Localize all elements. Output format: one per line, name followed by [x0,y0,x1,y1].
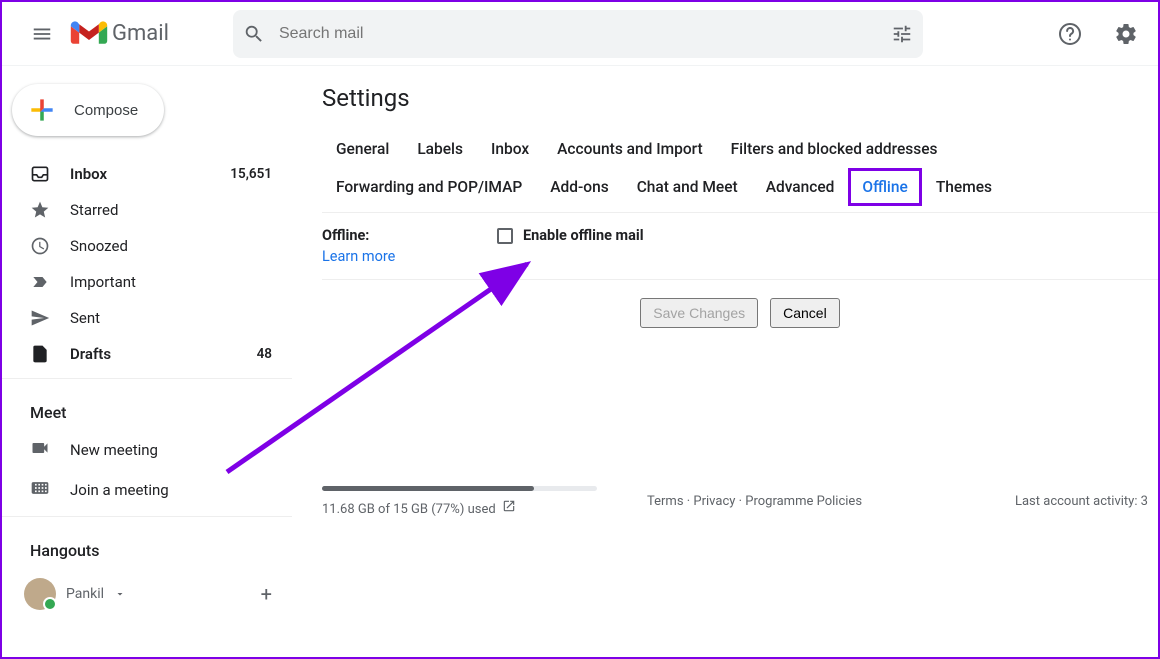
search-icon [243,23,265,45]
sidebar-item-label: Starred [70,201,118,219]
gear-icon [1114,22,1138,46]
chevron-down-icon[interactable] [114,588,126,600]
footer-link-privacy[interactable]: Privacy [693,494,735,509]
compose-plus-icon [26,94,58,126]
meet-section-title: Meet [2,385,292,430]
inbox-icon [30,164,50,184]
gmail-logo[interactable]: Gmail [70,20,169,48]
hamburger-icon [31,23,53,45]
page-title: Settings [322,84,1158,112]
star-icon [30,200,50,220]
important-icon [30,272,50,292]
open-external-icon[interactable] [502,499,516,513]
save-changes-button[interactable]: Save Changes [640,298,758,328]
offline-section-label: Offline: [322,227,369,244]
avatar[interactable] [24,578,56,610]
keyboard-icon [30,478,50,502]
tab-advanced[interactable]: Advanced [752,168,849,206]
new-hangout-button[interactable]: + [261,582,272,606]
enable-offline-label: Enable offline mail [523,227,644,244]
tune-icon[interactable] [891,23,913,45]
learn-more-link[interactable]: Learn more [322,248,497,265]
sidebar-item-sent[interactable]: Sent [2,300,292,336]
tab-add-ons[interactable]: Add-ons [536,168,622,206]
sidebar-item-label: Snoozed [70,237,128,255]
last-activity: Last account activity: 3 [1015,494,1148,509]
tab-inbox[interactable]: Inbox [477,130,543,168]
tab-forwarding-and-pop-imap[interactable]: Forwarding and POP/IMAP [322,168,536,206]
help-icon [1058,22,1082,46]
sidebar-item-drafts[interactable]: Drafts 48 [2,336,292,372]
sidebar-item-label: Sent [70,309,100,327]
hangouts-user-name: Pankil [66,586,104,602]
hangouts-section-title: Hangouts [2,523,292,568]
sidebar-item-important[interactable]: Important [2,264,292,300]
footer-links: Terms · Privacy · Programme Policies [647,494,862,509]
storage-text: 11.68 GB of 15 GB (77%) used [322,502,496,517]
tab-offline[interactable]: Offline [848,168,921,206]
sidebar-item-starred[interactable]: Starred [2,192,292,228]
sidebar-item-count: 15,651 [230,166,272,182]
main-menu-button[interactable] [18,10,66,58]
footer-link-terms[interactable]: Terms [647,494,684,509]
footer-link-programme-policies[interactable]: Programme Policies [745,494,862,509]
sidebar-item-snoozed[interactable]: Snoozed [2,228,292,264]
tab-filters-and-blocked-addresses[interactable]: Filters and blocked addresses [717,130,952,168]
cancel-button[interactable]: Cancel [770,298,840,328]
settings-button[interactable] [1106,14,1146,54]
sidebar-item-label: Important [70,273,136,291]
send-icon [30,308,50,328]
storage-bar [322,486,597,491]
compose-label: Compose [74,102,138,119]
search-input[interactable] [279,25,891,43]
app-name: Gmail [112,21,169,46]
tab-labels[interactable]: Labels [403,130,477,168]
meet-item-join-a-meeting[interactable]: Join a meeting [2,470,292,510]
settings-tabs: GeneralLabelsInboxAccounts and ImportFil… [322,130,1158,213]
drafts-icon [30,344,50,364]
tab-chat-and-meet[interactable]: Chat and Meet [623,168,752,206]
meet-item-new-meeting[interactable]: New meeting [2,430,292,470]
search-bar[interactable] [233,10,923,58]
video-icon [30,438,50,462]
sidebar-item-label: Drafts [70,345,111,363]
sidebar-item-label: Inbox [70,165,107,183]
clock-icon [30,236,50,256]
tab-general[interactable]: General [322,130,403,168]
sidebar: Compose Inbox 15,651 Starred Snoozed Imp… [2,66,292,657]
settings-content: Settings GeneralLabelsInboxAccounts and … [292,66,1158,657]
compose-button[interactable]: Compose [12,84,164,136]
help-button[interactable] [1050,14,1090,54]
gmail-logo-icon [70,20,108,48]
sidebar-item-inbox[interactable]: Inbox 15,651 [2,156,292,192]
sidebar-item-count: 48 [257,346,272,362]
enable-offline-checkbox[interactable] [497,228,513,244]
tab-accounts-and-import[interactable]: Accounts and Import [543,130,716,168]
tab-themes[interactable]: Themes [922,168,1006,206]
